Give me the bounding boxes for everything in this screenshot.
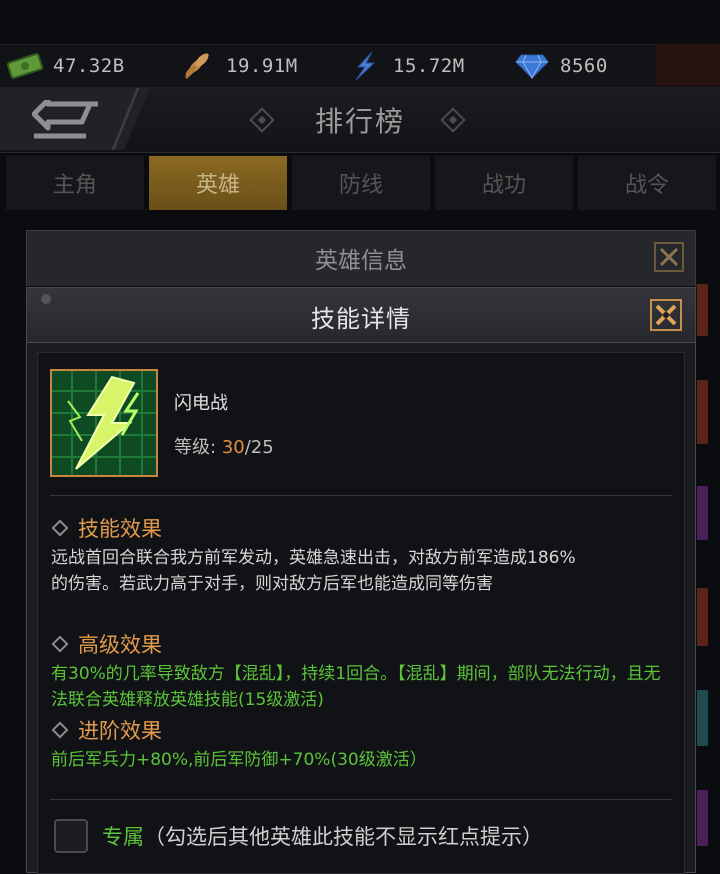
side-marker [696, 486, 708, 540]
skill-level: 等级: 30/25 [174, 433, 274, 459]
resource-bar: 47.32B 19.91M 15.72M 8560 [0, 44, 720, 88]
level-label: 等级: [174, 437, 217, 458]
skill-details-dialog: 技能详情 闪电战 等级: 30/25 技能效果 远战首回合联合我方前军发动，英雄… [26, 287, 696, 874]
energy-value: 15.72M [393, 55, 465, 77]
diamond-bullet-icon [51, 721, 69, 739]
section-title-upgrade: 进阶效果 [51, 715, 162, 745]
close-icon[interactable] [649, 298, 683, 336]
cash-icon [5, 50, 45, 82]
side-marker [696, 380, 708, 444]
tab-battle-pass[interactable]: 战令 [578, 156, 716, 210]
diamond-value: 8560 [560, 55, 608, 77]
lightning-icon [345, 50, 385, 82]
diamond-icon [512, 50, 552, 82]
resource-wheat: 19.91M [178, 45, 298, 87]
wheat-value: 19.91M [226, 55, 298, 77]
side-marker [696, 790, 708, 846]
hero-info-title: 英雄信息 [315, 248, 407, 274]
advanced-description: 有30%的几率导致敌方【混乱】，持续1回合。【混乱】期间，部队无法行动，且无法联… [51, 664, 661, 710]
ranking-tabs: 主角 英雄 防线 战功 战令 [6, 156, 720, 210]
close-icon[interactable] [653, 241, 685, 277]
page-title: 排行榜 [314, 105, 405, 138]
section-title-text: 高级效果 [78, 633, 162, 657]
upgrade-description: 前后军兵力+80%,前后军防御+70%(30级激活） [51, 750, 427, 770]
cash-value: 47.32B [53, 55, 125, 77]
tab-defense[interactable]: 防线 [292, 156, 430, 210]
exclusive-label: 专属 [102, 825, 144, 849]
lightning-skill-icon [50, 369, 158, 477]
tab-heroes[interactable]: 英雄 [149, 156, 287, 210]
section-title-text: 进阶效果 [78, 719, 162, 743]
exclusive-checkbox[interactable] [54, 819, 88, 853]
side-marker [696, 588, 708, 646]
divider [50, 495, 672, 496]
effect-description: 远战首回合联合我方前军发动，英雄急速出击，对敌方前军造成186%的伤害。若武力高… [51, 548, 576, 594]
skill-name: 闪电战 [174, 393, 228, 414]
skill-content: 闪电战 等级: 30/25 技能效果 远战首回合联合我方前军发动，英雄急速出击，… [37, 352, 685, 874]
resource-diamond: 8560 [512, 45, 608, 87]
resource-cash: 47.32B [5, 45, 125, 87]
side-marker [696, 690, 708, 746]
resource-extra [656, 44, 720, 86]
exclusive-note: （勾选后其他英雄此技能不显示红点提示） [144, 825, 543, 849]
side-marker [696, 284, 708, 336]
diamond-bullet-icon [51, 635, 69, 653]
divider [50, 799, 672, 800]
section-title-text: 技能效果 [78, 517, 162, 541]
wheat-icon [178, 50, 218, 82]
diamond-bullet-icon [51, 519, 69, 537]
section-title-effect: 技能效果 [51, 513, 162, 543]
tab-hero-main[interactable]: 主角 [6, 156, 144, 210]
tab-merit[interactable]: 战功 [435, 156, 573, 210]
section-title-advanced: 高级效果 [51, 629, 162, 659]
resource-energy: 15.72M [345, 45, 465, 87]
exclusive-option[interactable]: 专属 （勾选后其他英雄此技能不显示红点提示） [54, 819, 543, 853]
dialog-title: 技能详情 [311, 305, 411, 333]
dialog-header: 技能详情 [27, 288, 695, 343]
level-max: 25 [250, 437, 274, 458]
level-current: 30 [221, 437, 245, 458]
